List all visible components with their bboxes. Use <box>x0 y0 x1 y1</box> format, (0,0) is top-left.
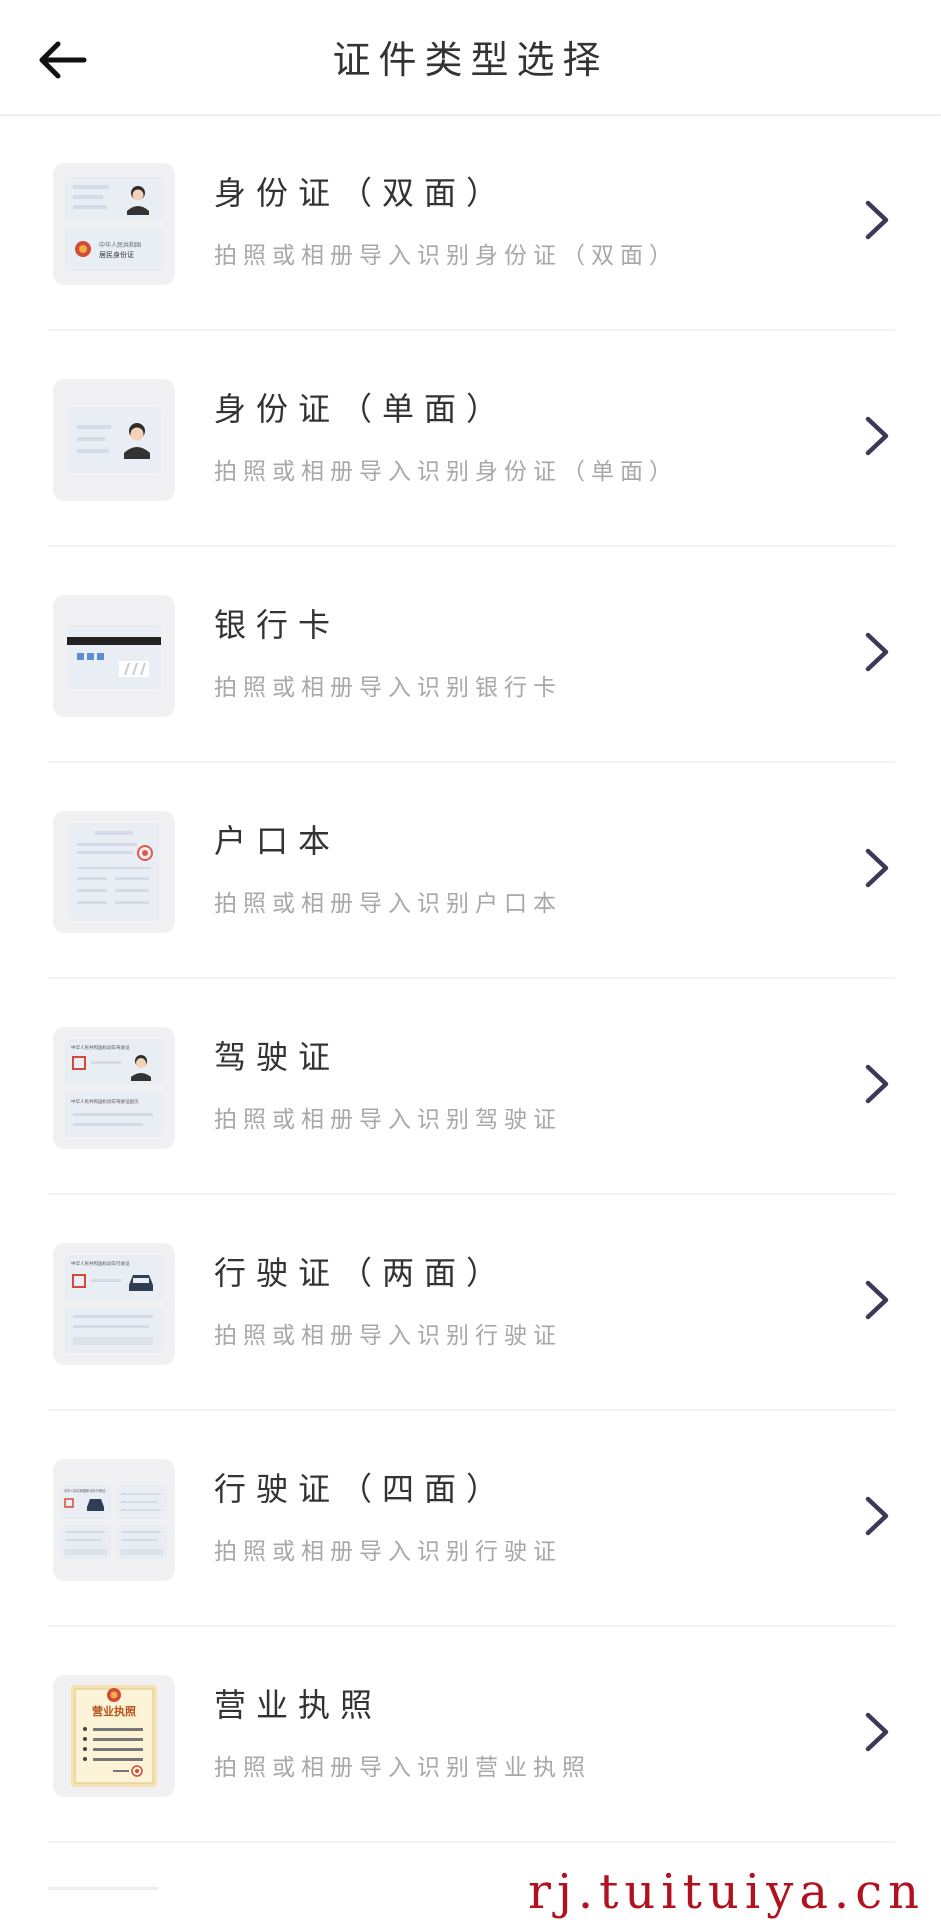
item-subtitle: 拍照或相册导入识别身份证（单面） <box>214 459 678 485</box>
chevron-right-icon <box>865 1496 889 1536</box>
item-title: 驾驶证 <box>214 1038 341 1076</box>
item-title: 户口本 <box>214 822 341 860</box>
item-subtitle: 拍照或相册导入识别行驶证 <box>214 1323 562 1349</box>
item-title: 身份证（双面） <box>214 174 509 212</box>
header-bar: 证件类型选择 <box>0 0 941 116</box>
list-item-driver-license[interactable]: 中华人民共和国机动车驾驶证 中华人民共和国机动车驾驶证副页 驾驶证 拍照或相册导… <box>0 979 941 1195</box>
list-item-id-double[interactable]: 中华人民共和国 居民身份证 身份证（双面） 拍照或相册导入识别身份证（双面） <box>0 115 941 331</box>
item-subtitle: 拍照或相册导入识别营业执照 <box>214 1755 591 1781</box>
item-title: 营业执照 <box>214 1686 383 1724</box>
thumb-vehicle-line1: 中华人民共和国机动车行驶证 <box>71 1260 130 1267</box>
chevron-right-icon <box>865 1280 889 1320</box>
thumb-vehicle4-line1: 中华人民共和国机动车行驶证 <box>64 1488 106 1493</box>
chevron-right-icon <box>865 200 889 240</box>
list-item-bank-card[interactable]: 银行卡 拍照或相册导入识别银行卡 <box>0 547 941 763</box>
item-subtitle: 拍照或相册导入识别行驶证 <box>214 1539 562 1565</box>
item-subtitle: 拍照或相册导入识别驾驶证 <box>214 1107 562 1133</box>
thumb-driver-line2: 中华人民共和国机动车驾驶证副页 <box>71 1098 139 1105</box>
household-register-icon <box>53 811 175 933</box>
list-item-household[interactable]: 户口本 拍照或相册导入识别户口本 <box>0 763 941 979</box>
bank-card-icon <box>53 595 175 717</box>
chevron-right-icon <box>865 632 889 672</box>
chevron-right-icon <box>865 416 889 456</box>
page-title: 证件类型选择 <box>332 38 609 82</box>
business-license-icon: 营业执照 <box>53 1675 175 1797</box>
id-card-double-icon: 中华人民共和国 居民身份证 <box>53 163 175 285</box>
thumb-business-label: 营业执照 <box>92 1704 136 1718</box>
driver-license-icon: 中华人民共和国机动车驾驶证 中华人民共和国机动车驾驶证副页 <box>53 1027 175 1149</box>
item-title: 银行卡 <box>214 606 341 644</box>
list-item-id-single[interactable]: 身份证（单面） 拍照或相册导入识别身份证（单面） <box>0 331 941 547</box>
list-item-vehicle-four[interactable]: 中华人民共和国机动车行驶证 行驶证（四面） 拍照或相册导入识别行驶证 <box>0 1411 941 1627</box>
chevron-right-icon <box>865 1064 889 1104</box>
thumb-id-line1: 中华人民共和国 <box>99 241 141 249</box>
item-title: 行驶证（两面） <box>214 1254 509 1292</box>
chevron-right-icon <box>865 1712 889 1752</box>
thumb-id-line2: 居民身份证 <box>99 250 134 259</box>
divider <box>48 1841 895 1843</box>
vehicle-license-two-icon: 中华人民共和国机动车行驶证 <box>53 1243 175 1365</box>
vehicle-license-four-icon: 中华人民共和国机动车行驶证 <box>53 1459 175 1581</box>
item-subtitle: 拍照或相册导入识别户口本 <box>214 891 562 917</box>
item-title: 身份证（单面） <box>214 390 509 428</box>
thumb-driver-line1: 中华人民共和国机动车驾驶证 <box>71 1044 130 1051</box>
document-type-list: 中华人民共和国 居民身份证 身份证（双面） 拍照或相册导入识别身份证（双面） 身… <box>0 115 941 1843</box>
next-item-edge <box>48 1887 158 1890</box>
list-item-business-license[interactable]: 营业执照 营业执照 拍照或相册导入识别营业执照 <box>0 1627 941 1843</box>
list-item-vehicle-two[interactable]: 中华人民共和国机动车行驶证 行驶证（两面） 拍照或相册导入识别行驶证 <box>0 1195 941 1411</box>
item-subtitle: 拍照或相册导入识别身份证（双面） <box>214 243 678 269</box>
item-title: 行驶证（四面） <box>214 1470 509 1508</box>
id-card-single-icon <box>53 379 175 501</box>
watermark: rj.tuituiya.cn <box>528 1864 925 1920</box>
chevron-right-icon <box>865 848 889 888</box>
item-subtitle: 拍照或相册导入识别银行卡 <box>214 675 562 701</box>
